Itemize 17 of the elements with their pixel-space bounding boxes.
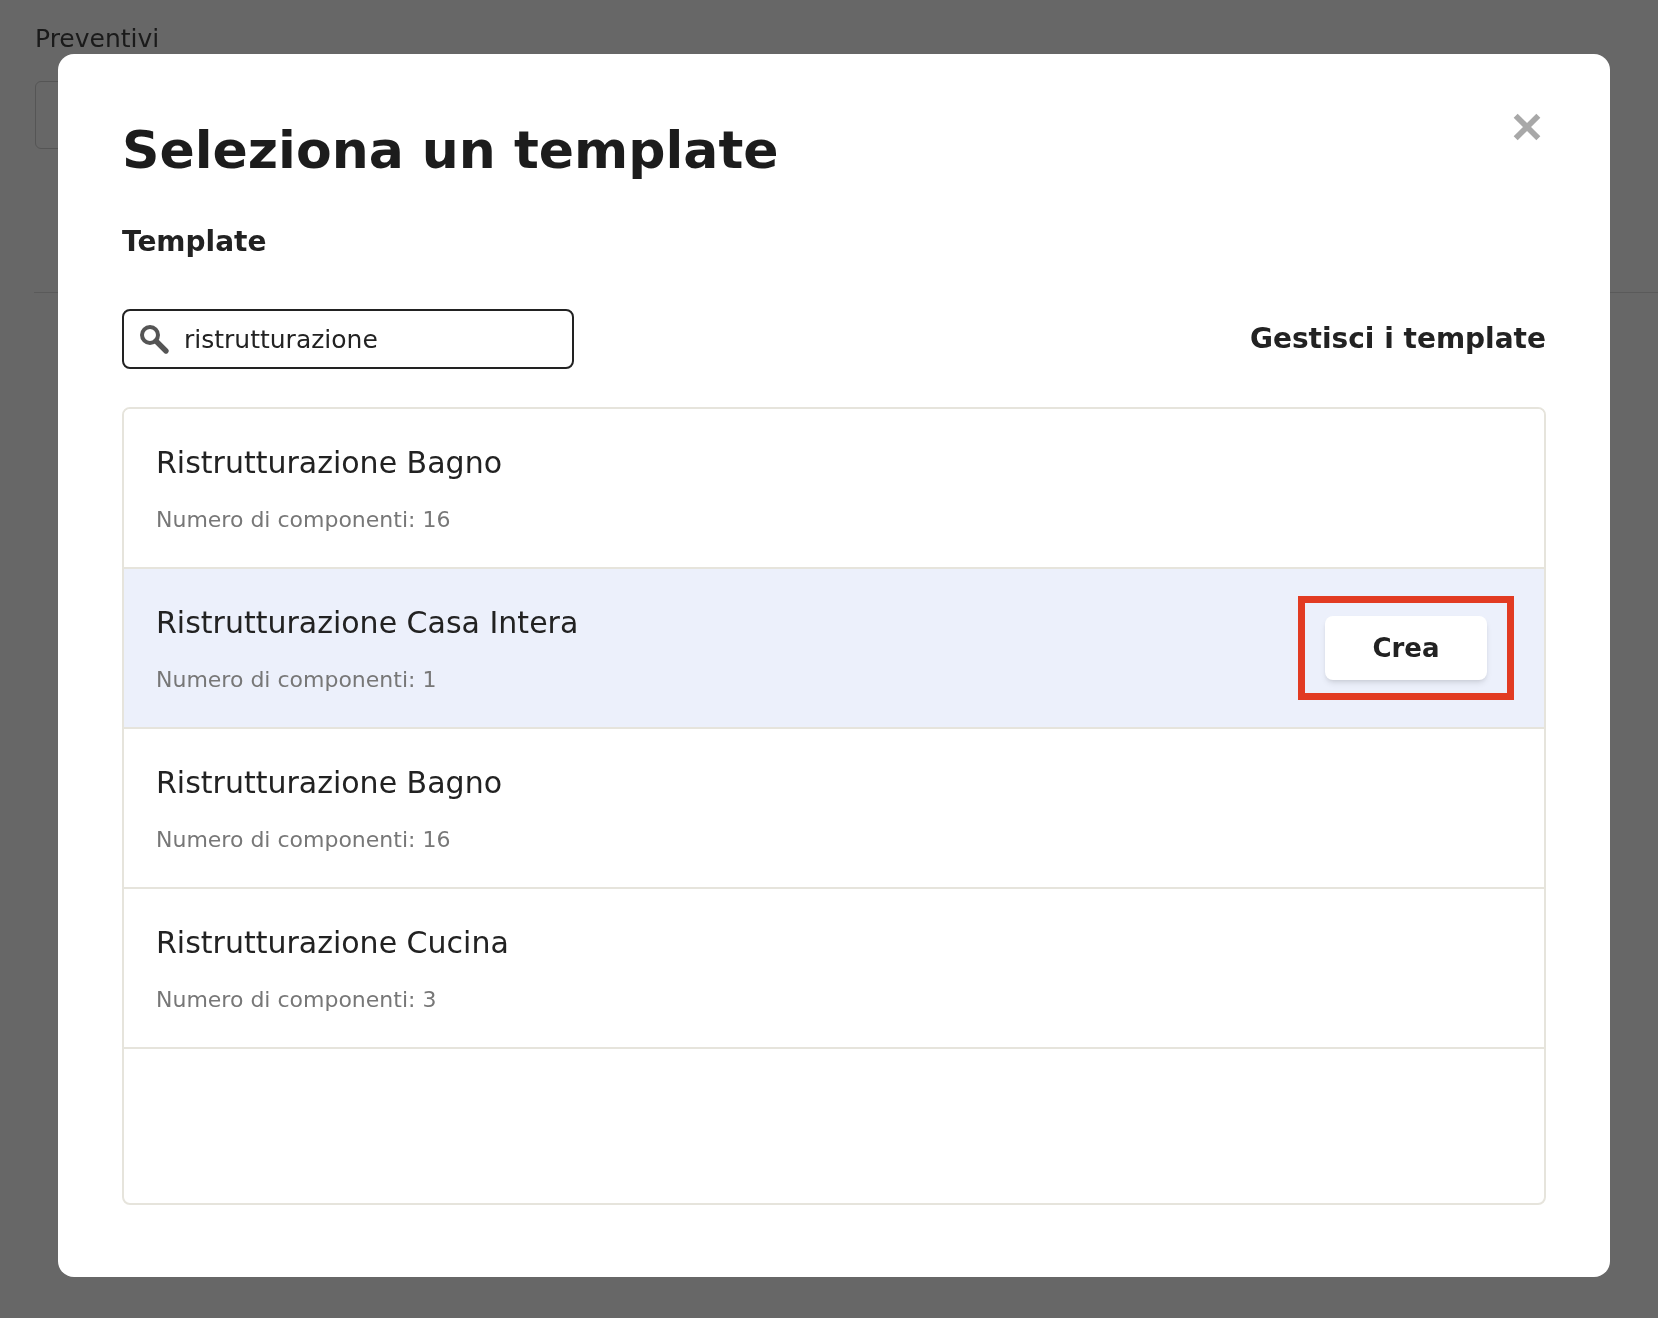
search-field[interactable]: ristrutturazione [122, 309, 574, 369]
section-label: Template [122, 224, 268, 260]
template-name: Ristrutturazione Bagno [156, 764, 502, 802]
template-row[interactable]: Ristrutturazione Bagno Numero di componenti: 16 [124, 409, 1544, 569]
page-title: Preventivi [35, 26, 161, 51]
template-name: Ristrutturazione Bagno [156, 444, 502, 482]
template-name: Ristrutturazione Cucina [156, 924, 509, 962]
template-row[interactable]: Ristrutturazione Casa Intera Numero di componenti: 1 Crea [124, 569, 1544, 729]
create-button[interactable]: Crea [1325, 616, 1487, 680]
component-count: Numero di componenti: 16 [156, 506, 452, 534]
dialog-title: Seleziona un template [122, 119, 779, 182]
component-count: Numero di componenti: 16 [156, 826, 452, 854]
component-count: Numero di componenti: 1 [156, 666, 438, 694]
search-icon [138, 323, 170, 355]
manage-templates-link[interactable]: Gestisci i template [1249, 318, 1546, 360]
component-count: Numero di componenti: 3 [156, 986, 438, 1014]
template-name: Ristrutturazione Casa Intera [156, 604, 579, 642]
